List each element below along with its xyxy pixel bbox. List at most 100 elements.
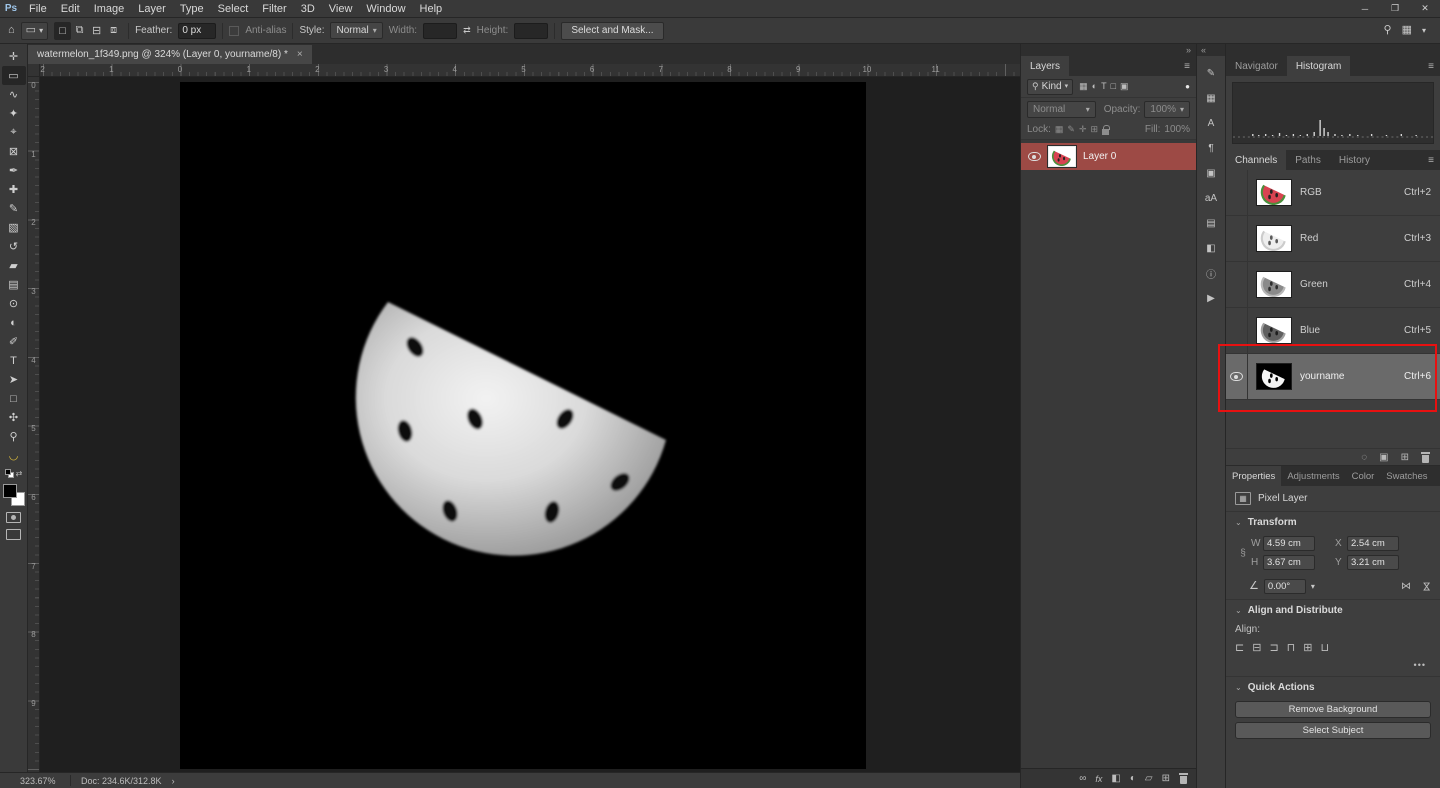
photoshop-logo[interactable]: Ps bbox=[0, 3, 22, 14]
tab-history[interactable]: History bbox=[1330, 150, 1379, 170]
align-vertical-centers-icon[interactable]: ⊞ bbox=[1303, 641, 1312, 654]
brush-settings-panel-icon[interactable]: ✎ bbox=[1200, 64, 1222, 82]
layer-visibility-eye-icon[interactable] bbox=[1028, 152, 1041, 161]
tab-color[interactable]: Color bbox=[1346, 466, 1381, 486]
character-panel-icon[interactable]: A bbox=[1200, 114, 1222, 132]
workspace-icon[interactable]: ▦ bbox=[1402, 25, 1412, 36]
menu-item[interactable]: Filter bbox=[255, 0, 293, 17]
menu-item[interactable]: View bbox=[322, 0, 360, 17]
add-to-selection-icon[interactable]: ⧉ bbox=[71, 22, 88, 40]
document-tab[interactable]: watermelon_1f349.png @ 324% (Layer 0, yo… bbox=[28, 45, 312, 64]
ruler-origin-corner[interactable] bbox=[28, 64, 40, 77]
dodge-tool[interactable]: ◐ bbox=[2, 313, 26, 332]
lock-all-icon[interactable] bbox=[1102, 124, 1111, 135]
style-dropdown[interactable]: Normal ▾ bbox=[330, 22, 383, 39]
clone-source-panel-icon[interactable]: ▣ bbox=[1200, 164, 1222, 182]
width-input[interactable] bbox=[423, 22, 458, 39]
channel-visibility-cell[interactable] bbox=[1226, 170, 1248, 215]
align-right-edges-icon[interactable]: ⊐ bbox=[1269, 641, 1278, 654]
pen-tool[interactable]: ✐ bbox=[2, 332, 26, 351]
tab-swatches[interactable]: Swatches bbox=[1380, 466, 1433, 486]
align-top-edges-icon[interactable]: ⊓ bbox=[1287, 641, 1296, 654]
transform-width-input[interactable] bbox=[1263, 536, 1315, 551]
menu-item[interactable]: Type bbox=[173, 0, 211, 17]
tab-paths[interactable]: Paths bbox=[1286, 150, 1330, 170]
lasso-tool[interactable]: ∿ bbox=[2, 85, 26, 104]
screen-mode-icon[interactable] bbox=[6, 529, 21, 540]
move-tool[interactable]: ✛ bbox=[2, 47, 26, 66]
save-selection-as-channel-icon[interactable]: ▣ bbox=[1379, 452, 1388, 463]
canvas[interactable] bbox=[180, 82, 866, 769]
anti-alias-checkbox[interactable] bbox=[229, 25, 240, 36]
select-subject-button[interactable]: Select Subject bbox=[1235, 722, 1431, 739]
tab-properties[interactable]: Properties bbox=[1226, 466, 1282, 486]
channel-visibility-cell[interactable] bbox=[1226, 216, 1248, 261]
transform-x-input[interactable] bbox=[1347, 536, 1399, 551]
lock-artboard-icon[interactable]: ⊞ bbox=[1091, 124, 1099, 135]
filter-toggle-icon[interactable]: ● bbox=[1185, 82, 1190, 91]
minimize-icon[interactable]: ─ bbox=[1350, 0, 1380, 17]
paragraph-panel-icon[interactable]: ¶ bbox=[1200, 139, 1222, 157]
filter-type-icon[interactable]: T bbox=[1101, 81, 1107, 92]
chevron-down-icon[interactable]: ▾ bbox=[1311, 582, 1315, 591]
channel-visibility-cell[interactable] bbox=[1226, 308, 1248, 353]
opacity-dropdown[interactable]: 100% ▾ bbox=[1144, 100, 1190, 118]
adjustment-layer-icon[interactable]: ◐ bbox=[1130, 773, 1136, 784]
layer-row[interactable]: Layer 0 bbox=[1021, 143, 1196, 170]
delete-layer-icon[interactable] bbox=[1179, 773, 1188, 784]
channel-row[interactable]: yourname Ctrl+6 bbox=[1226, 354, 1440, 400]
path-selection-tool[interactable]: ➤ bbox=[2, 370, 26, 389]
quick-selection-tool[interactable]: ✦ bbox=[2, 104, 26, 123]
close-icon[interactable]: ✕ bbox=[1410, 0, 1440, 17]
clone-stamp-tool[interactable]: ▧ bbox=[2, 218, 26, 237]
search-icon[interactable]: ⚲ bbox=[1384, 25, 1392, 36]
align-bottom-edges-icon[interactable]: ⊔ bbox=[1320, 641, 1329, 654]
more-options-icon[interactable]: ••• bbox=[1226, 656, 1440, 677]
libraries-panel-icon[interactable]: ▤ bbox=[1200, 214, 1222, 232]
new-layer-icon[interactable]: ⊞ bbox=[1162, 773, 1170, 784]
tool-preset-dropdown[interactable]: ▭ ▾ bbox=[20, 21, 49, 40]
blend-mode-dropdown[interactable]: Normal ▾ bbox=[1027, 100, 1096, 118]
tab-navigator[interactable]: Navigator bbox=[1226, 56, 1287, 76]
align-section-header[interactable]: ⌄ Align and Distribute bbox=[1226, 600, 1440, 620]
panel-menu-icon[interactable]: ≡ bbox=[1422, 150, 1440, 170]
3d-panel-icon[interactable]: ◧ bbox=[1200, 239, 1222, 257]
foreground-background-swatches[interactable] bbox=[2, 484, 25, 506]
intersect-selection-icon[interactable]: ⧈ bbox=[105, 22, 122, 40]
load-channel-selection-icon[interactable]: ◌ bbox=[1361, 452, 1367, 463]
swap-width-height-icon[interactable]: ⇄ bbox=[463, 26, 471, 35]
lock-image-pixels-icon[interactable]: ✎ bbox=[1067, 124, 1075, 135]
flip-vertical-icon[interactable]: ⋈ bbox=[1421, 582, 1432, 592]
frame-tool[interactable]: ⊠ bbox=[2, 142, 26, 161]
zoom-level-field[interactable]: 323.67% bbox=[20, 776, 60, 786]
menu-item[interactable]: Help bbox=[413, 0, 450, 17]
menu-item[interactable]: Window bbox=[359, 0, 412, 17]
blur-tool[interactable]: ⊙ bbox=[2, 294, 26, 313]
rectangular-marquee-tool[interactable]: ▭ bbox=[1, 66, 26, 85]
restore-icon[interactable]: ❐ bbox=[1380, 0, 1410, 17]
link-dimensions-icon[interactable]: § bbox=[1235, 548, 1251, 559]
fill-value[interactable]: 100% bbox=[1164, 124, 1190, 135]
info-panel-icon[interactable]: ⓘ bbox=[1200, 264, 1222, 282]
actions-panel-icon[interactable]: ▶ bbox=[1200, 289, 1222, 307]
menu-item[interactable]: 3D bbox=[294, 0, 322, 17]
menu-item[interactable]: Layer bbox=[131, 0, 173, 17]
lock-position-icon[interactable]: ✛ bbox=[1079, 124, 1087, 135]
transform-section-header[interactable]: ⌄ Transform bbox=[1226, 512, 1440, 532]
new-group-icon[interactable]: ▱ bbox=[1145, 773, 1153, 784]
feather-input[interactable] bbox=[178, 22, 217, 39]
subtract-from-selection-icon[interactable]: ⊟ bbox=[88, 22, 105, 40]
tab-adjustments[interactable]: Adjustments bbox=[1281, 466, 1345, 486]
select-and-mask-button[interactable]: Select and Mask... bbox=[561, 21, 664, 40]
new-selection-icon[interactable]: □ bbox=[54, 21, 72, 40]
collapse-panel-icon[interactable]: » bbox=[1186, 45, 1191, 55]
layer-thumbnail[interactable] bbox=[1047, 145, 1077, 168]
layer-name[interactable]: Layer 0 bbox=[1083, 151, 1116, 162]
close-tab-icon[interactable]: × bbox=[297, 49, 303, 60]
flip-horizontal-icon[interactable]: ⋈ bbox=[1401, 581, 1411, 592]
menu-item[interactable]: Edit bbox=[54, 0, 87, 17]
delete-channel-icon[interactable] bbox=[1421, 451, 1430, 463]
foreground-color-swatch[interactable] bbox=[2, 484, 17, 498]
transform-height-input[interactable] bbox=[1263, 555, 1315, 570]
expand-panels-icon[interactable]: « bbox=[1201, 45, 1206, 55]
